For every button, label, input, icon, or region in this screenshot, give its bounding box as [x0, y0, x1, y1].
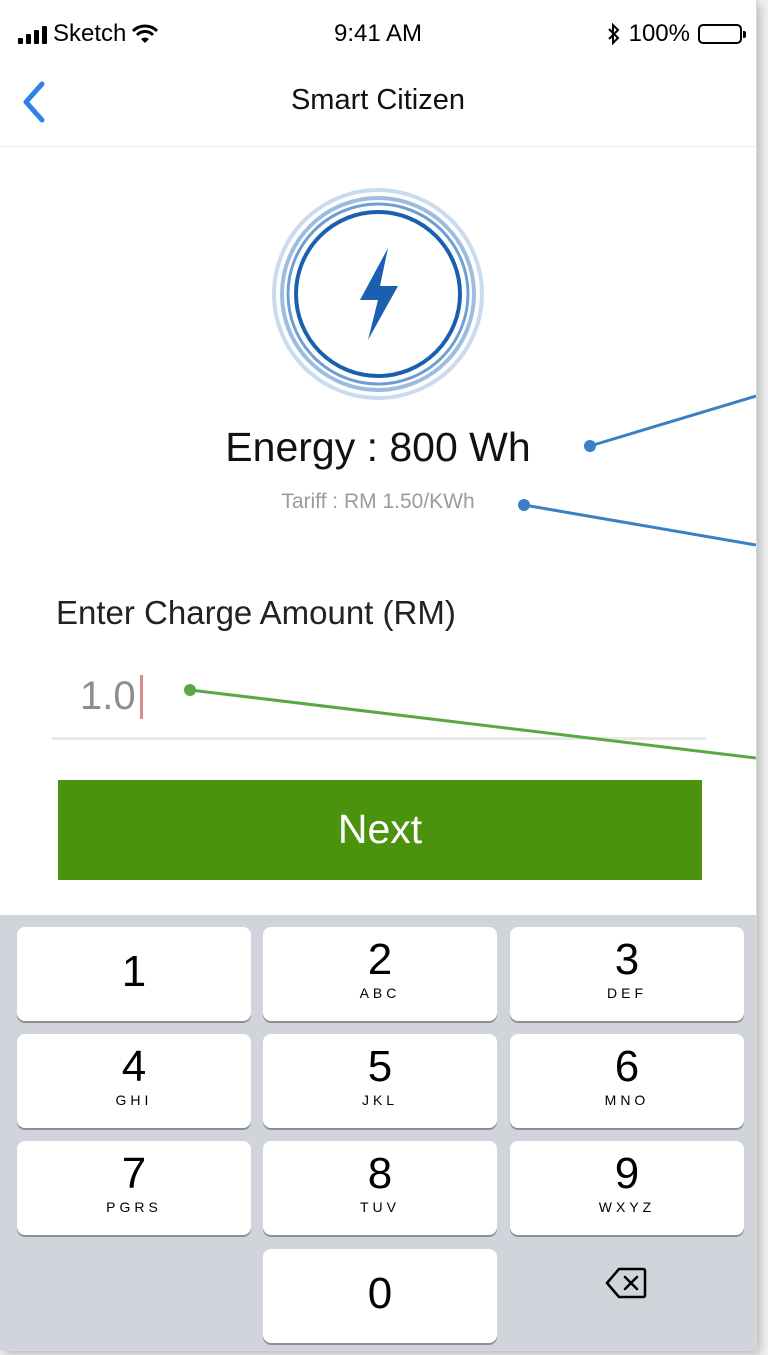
key-4[interactable]: 4 GHI	[17, 1034, 251, 1128]
key-0[interactable]: 0	[263, 1249, 497, 1343]
key-7[interactable]: 7 PGRS	[17, 1141, 251, 1235]
key-2[interactable]: 2 ABC	[263, 927, 497, 1021]
annotation-pointers	[184, 394, 756, 760]
key-8[interactable]: 8 TUV	[263, 1141, 497, 1235]
key-6[interactable]: 6 MNO	[510, 1034, 744, 1128]
numeric-keypad: 1 2 ABC 3 DEF 4 GHI 5 JKL 6 MNO 7 PGRS 8…	[0, 915, 756, 1350]
key-1[interactable]: 1	[17, 927, 251, 1021]
delete-key[interactable]	[605, 1267, 659, 1307]
key-9[interactable]: 9 WXYZ	[510, 1141, 744, 1235]
key-5[interactable]: 5 JKL	[263, 1034, 497, 1128]
backspace-icon	[605, 1267, 647, 1299]
phone-screen: Sketch 9:41 AM 100% Smart Citizen Energy…	[0, 0, 756, 1350]
key-3[interactable]: 3 DEF	[510, 927, 744, 1021]
